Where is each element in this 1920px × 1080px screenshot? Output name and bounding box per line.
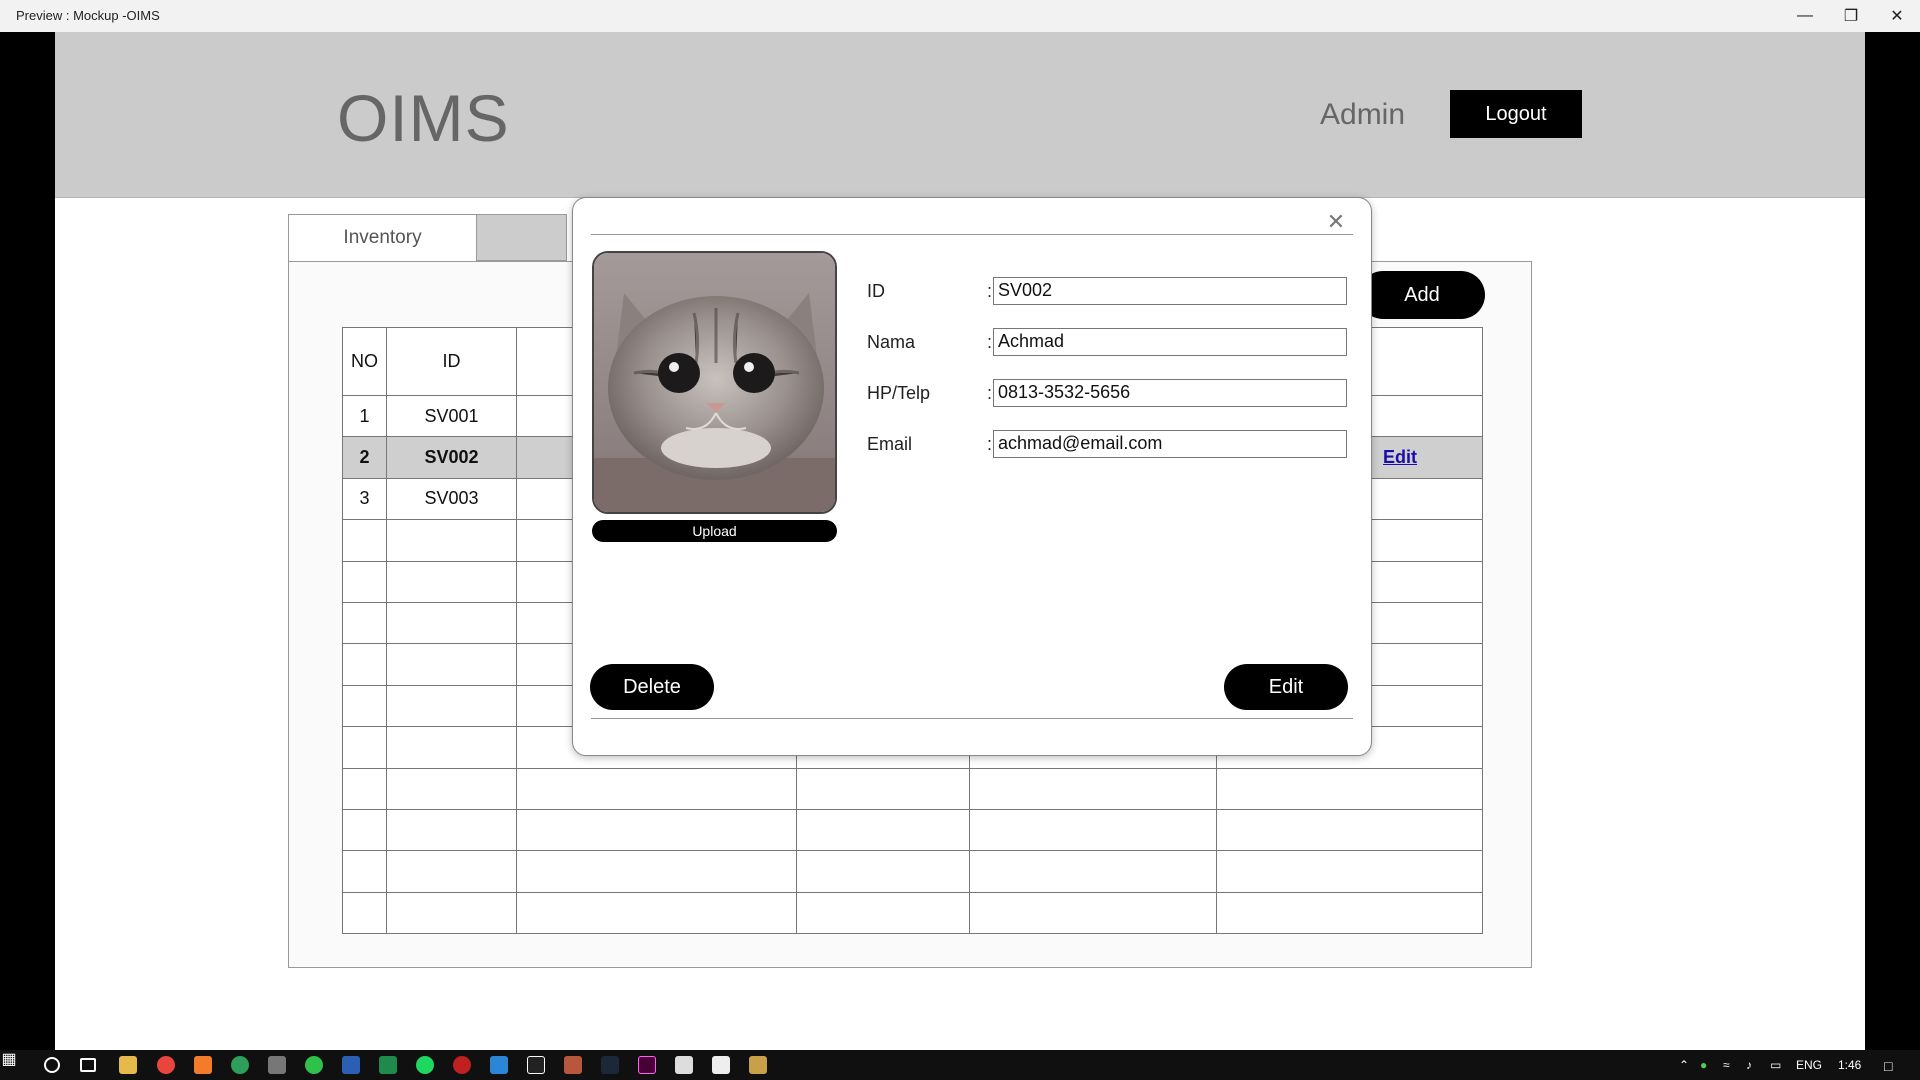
restore-icon[interactable]: ❐	[1828, 0, 1874, 32]
notification-icon[interactable]: □	[1884, 1058, 1892, 1074]
chrome-icon[interactable]	[157, 1056, 175, 1074]
logout-button[interactable]: Logout	[1450, 90, 1582, 138]
word-icon[interactable]	[342, 1056, 360, 1074]
field-colon: :	[987, 434, 993, 454]
phone-field[interactable]: 0813-3532-5656	[993, 379, 1347, 407]
field-label-nama: Nama	[867, 332, 916, 352]
cell-id: SV002	[386, 436, 517, 479]
id-field[interactable]: SV002	[993, 277, 1347, 305]
field-colon: :	[987, 281, 993, 301]
edit-link[interactable]: Edit	[1383, 447, 1417, 467]
adobe-xd-icon[interactable]	[638, 1056, 656, 1074]
column-header-no: NO	[342, 327, 387, 396]
battery-icon[interactable]: ▭	[1770, 1058, 1781, 1072]
clock[interactable]: 1:46	[1838, 1058, 1861, 1072]
task-view-icon[interactable]	[80, 1058, 96, 1072]
field-label-phone: HP/Telp	[867, 383, 931, 403]
user-name: Admin	[1320, 98, 1406, 131]
profile-photo	[592, 251, 837, 514]
table-row	[342, 808, 1483, 852]
excel-icon[interactable]	[379, 1056, 397, 1074]
field-colon: :	[987, 332, 993, 352]
app-icon[interactable]	[564, 1056, 582, 1074]
close-icon[interactable]: ✕	[1325, 211, 1347, 233]
divider	[591, 234, 1353, 235]
field-label-id: ID	[867, 281, 885, 301]
add-button[interactable]: Add	[1359, 271, 1485, 319]
upload-button[interactable]: Upload	[592, 520, 837, 542]
taskbar: ▦ ⌃ ● ≈ ♪ ▭ ENG 1:46 □	[0, 1050, 1920, 1080]
volume-icon[interactable]: ♪	[1746, 1058, 1752, 1072]
app-icon[interactable]	[527, 1056, 545, 1074]
column-header-id: ID	[386, 327, 517, 396]
photos-icon[interactable]	[712, 1056, 730, 1074]
minimize-icon[interactable]: —	[1782, 0, 1828, 32]
close-icon[interactable]: ✕	[1874, 0, 1920, 32]
language-indicator[interactable]: ENG	[1796, 1058, 1822, 1072]
chevron-up-icon[interactable]: ⌃	[1679, 1058, 1689, 1072]
nama-field[interactable]: Achmad	[993, 328, 1347, 356]
detail-modal: ✕ Upload ID: SV002 Nama: Achmad HP/Tel…	[572, 197, 1372, 756]
tab-second[interactable]	[477, 214, 567, 261]
window-title-bar: Preview : Mockup -OIMS — ❐ ✕	[0, 0, 1920, 32]
wifi-icon[interactable]: ≈	[1723, 1058, 1730, 1072]
email-field[interactable]: achmad@email.com	[993, 430, 1347, 458]
tray-app-icon[interactable]: ●	[1700, 1058, 1707, 1072]
cell-id: SV001	[386, 394, 517, 438]
cell-no: 3	[342, 477, 387, 521]
vscode-icon[interactable]	[490, 1056, 508, 1074]
app-logo: OIMS	[337, 81, 510, 155]
delete-button[interactable]: Delete	[590, 664, 714, 710]
field-colon: :	[987, 383, 993, 403]
search-icon[interactable]	[44, 1057, 60, 1073]
cell-id: SV003	[386, 477, 517, 521]
divider	[591, 718, 1353, 719]
app-icon[interactable]	[453, 1056, 471, 1074]
cell-no: 2	[342, 436, 387, 479]
cell-no: 1	[342, 394, 387, 438]
edit-button[interactable]: Edit	[1224, 664, 1348, 710]
app-icon[interactable]	[268, 1056, 286, 1074]
field-label-email: Email	[867, 434, 913, 454]
steam-icon[interactable]	[601, 1056, 619, 1074]
line-icon[interactable]	[305, 1056, 323, 1074]
app-icon[interactable]	[675, 1056, 693, 1074]
tab-inventory[interactable]: Inventory	[288, 214, 477, 261]
table-row	[342, 891, 1483, 935]
app-icon[interactable]	[194, 1056, 212, 1074]
whatsapp-icon[interactable]	[231, 1056, 249, 1074]
windows-start-icon[interactable]: ▦	[0, 1050, 18, 1068]
table-row	[342, 767, 1483, 810]
app-icon[interactable]	[749, 1056, 767, 1074]
cat-photo-icon	[594, 253, 835, 512]
app-header: OIMS Admin Logout	[55, 32, 1865, 198]
spotify-icon[interactable]	[416, 1056, 434, 1074]
table-row	[342, 850, 1483, 893]
file-explorer-icon[interactable]	[119, 1056, 137, 1074]
window-title: Preview : Mockup -OIMS	[16, 8, 160, 23]
